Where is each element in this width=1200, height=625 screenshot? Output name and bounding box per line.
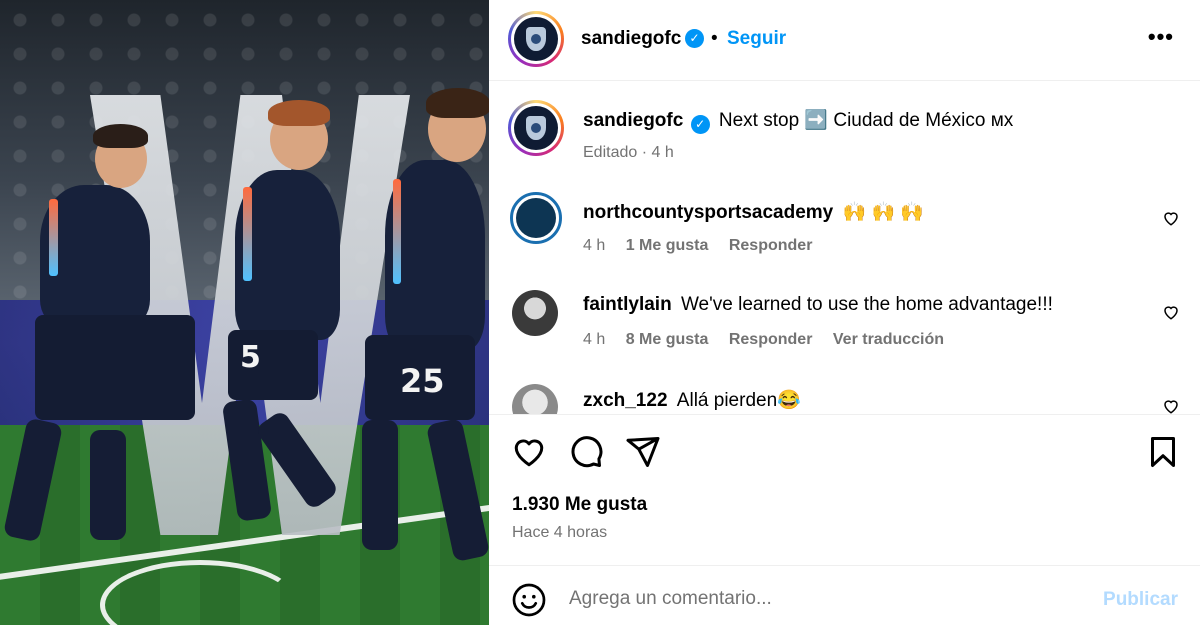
post-header: sandiegofc ✓ • Seguir •••	[489, 0, 1200, 81]
reply-button[interactable]: Responder	[729, 237, 813, 254]
publish-button[interactable]: Publicar	[1103, 589, 1178, 611]
comment-username[interactable]: faintlylain	[583, 294, 672, 315]
caption-meta: Editado · 4 h	[583, 144, 674, 161]
post-author-username[interactable]: sandiegofc	[581, 28, 681, 50]
comment-avatar[interactable]	[512, 290, 558, 336]
comment-time[interactable]: 4 h	[583, 331, 605, 348]
jersey-number: 5	[240, 340, 261, 375]
comment-text: Allá pierden😂	[676, 390, 801, 411]
comment-like-heart-icon[interactable]	[1162, 303, 1180, 321]
jersey-number: 25	[400, 362, 445, 400]
post-image[interactable]: 5 25	[0, 0, 489, 625]
caption-avatar[interactable]	[508, 100, 564, 156]
comment-avatar[interactable]	[510, 192, 562, 244]
comment-username[interactable]: zxch_122	[583, 390, 668, 411]
verified-icon: ✓	[690, 115, 710, 134]
comment-1: northcountysportsacademy 🙌 🙌 🙌	[583, 200, 924, 224]
player-left-shorts	[35, 315, 195, 420]
follow-button[interactable]: Seguir	[727, 28, 786, 50]
emoji-icon[interactable]	[511, 582, 547, 618]
heart-icon[interactable]	[511, 434, 547, 470]
separator-dot: •	[711, 28, 718, 49]
caption-text: Next stop ➡️ Ciudad de México ᴍx	[718, 110, 1014, 131]
likes-count[interactable]: 1.930 Me gusta	[512, 494, 647, 516]
comments-list[interactable]: sandiegofc ✓ Next stop ➡️ Ciudad de Méxi…	[489, 82, 1200, 415]
bookmark-icon[interactable]	[1145, 434, 1181, 470]
player-left-hair	[93, 124, 148, 148]
comment-avatar[interactable]	[512, 384, 558, 414]
player-right-hair	[426, 88, 489, 118]
comment-input[interactable]	[569, 583, 1089, 615]
comment-username[interactable]: northcountysportsacademy	[583, 202, 833, 223]
share-icon[interactable]	[625, 434, 661, 470]
comment-meta: 4 h 1 Me gusta Responder	[583, 237, 828, 255]
verified-icon: ✓	[685, 29, 704, 48]
player-left	[40, 185, 150, 325]
comment-3: zxch_122 Allá pierden😂	[583, 388, 801, 412]
translate-button[interactable]: Ver traducción	[833, 331, 944, 348]
post-actions: 1.930 Me gusta Hace 4 horas	[489, 416, 1200, 566]
comment-like-heart-icon[interactable]	[1162, 397, 1180, 415]
avatar[interactable]	[508, 11, 564, 67]
caption: sandiegofc ✓ Next stop ➡️ Ciudad de Méxi…	[583, 108, 1014, 134]
club-crest-icon	[514, 17, 558, 61]
player-left-leg-2	[90, 430, 126, 540]
post-panel: sandiegofc ✓ • Seguir ••• sandiegofc ✓ N…	[489, 0, 1200, 625]
player-right-leg	[362, 420, 398, 550]
comment-like-heart-icon[interactable]	[1162, 209, 1180, 227]
comment-icon[interactable]	[568, 434, 604, 470]
comment-time[interactable]: 4 h	[583, 237, 605, 254]
caption-username[interactable]: sandiegofc	[583, 110, 683, 131]
academy-logo-icon	[516, 198, 556, 238]
player-middle-hair	[268, 100, 330, 126]
comment-likes[interactable]: 8 Me gusta	[626, 331, 709, 348]
comment-text: 🙌 🙌 🙌	[842, 202, 925, 223]
comment-likes[interactable]: 1 Me gusta	[626, 237, 709, 254]
comment-2: faintlylain We've learned to use the hom…	[583, 294, 1053, 316]
comment-composer: Publicar	[489, 567, 1200, 625]
comment-meta: 4 h 8 Me gusta Responder Ver traducción	[583, 331, 960, 349]
comment-text: We've learned to use the home advantage!…	[680, 294, 1053, 315]
post-time: Hace 4 horas	[512, 524, 608, 541]
player-middle	[235, 170, 340, 340]
more-icon[interactable]: •••	[1148, 24, 1174, 50]
reply-button[interactable]: Responder	[729, 331, 813, 348]
club-crest-icon	[514, 106, 558, 150]
player-right	[385, 160, 485, 350]
